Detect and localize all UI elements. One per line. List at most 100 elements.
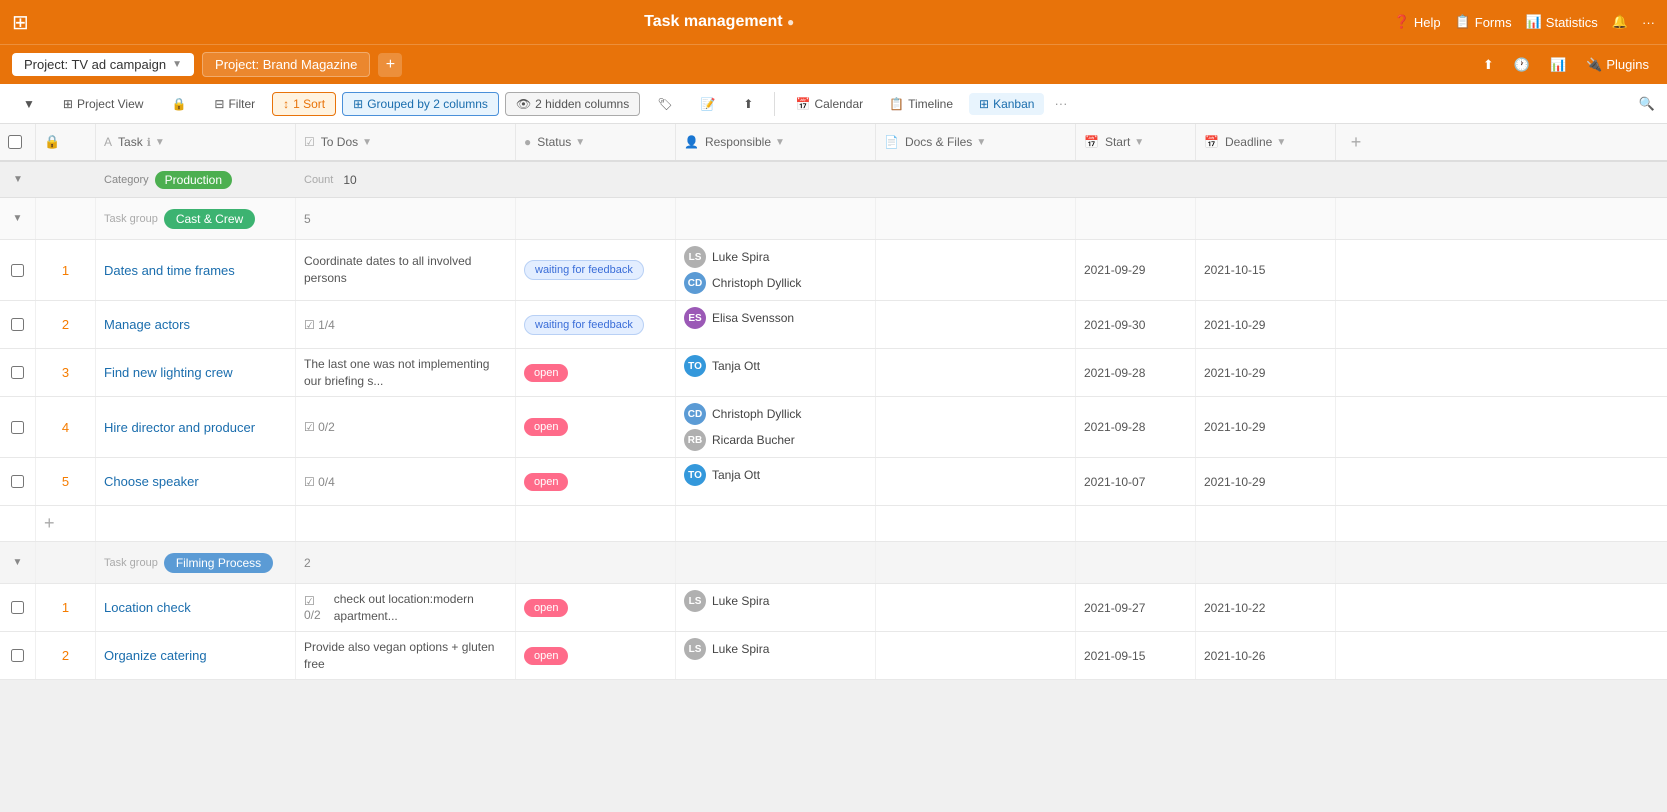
task-sort-arrow[interactable]: ▼ (155, 137, 165, 148)
row-checkbox[interactable] (0, 301, 36, 348)
project-view-btn[interactable]: ⊞ Project View (52, 92, 155, 116)
statistics-btn[interactable]: 📊 Statistics (1526, 14, 1598, 30)
start-cell: 2021-09-30 (1076, 301, 1196, 348)
status-cell[interactable]: open (516, 458, 676, 505)
row-number: 2 (36, 632, 96, 679)
plugins-btn[interactable]: 🔌 Plugins (1580, 55, 1655, 75)
task-name-cell[interactable]: Hire director and producer (96, 397, 296, 457)
status-cell[interactable]: open (516, 632, 676, 679)
task-name-cell[interactable]: Choose speaker (96, 458, 296, 505)
col-checkbox[interactable] (0, 124, 36, 160)
forms-btn[interactable]: 📋 Forms (1455, 14, 1512, 30)
notes-btn[interactable]: 📝 (689, 92, 726, 116)
more-views-btn[interactable]: ··· (1050, 92, 1071, 115)
timeline-btn[interactable]: 📋 Timeline (879, 93, 963, 115)
todo-cell: ☑ 0/2 check out location:modern apartmen… (296, 584, 516, 631)
add-tab-btn[interactable]: + (378, 53, 402, 77)
user-chip: TO Tanja Ott (684, 355, 760, 377)
share-view-btn[interactable]: ⬆ (732, 92, 764, 116)
row-checkbox[interactable] (0, 349, 36, 396)
tab-tv-campaign[interactable]: Project: TV ad campaign ▼ (12, 53, 194, 76)
deadline-sort-arrow[interactable]: ▼ (1276, 137, 1286, 148)
second-nav: Project: TV ad campaign ▼ Project: Brand… (0, 44, 1667, 84)
excel-btn[interactable]: 📊 (1544, 55, 1572, 75)
start-cell: 2021-09-28 (1076, 397, 1196, 457)
share-btn[interactable]: ⬆ (1477, 55, 1500, 75)
group-filming-header: ▼ Task group Filming Process 2 (0, 542, 1667, 584)
status-cell[interactable]: waiting for feedback (516, 301, 676, 348)
select-all-checkbox[interactable] (8, 135, 22, 149)
search-btn[interactable]: 🔍 (1639, 96, 1655, 112)
col-responsible: 👤 Responsible ▼ (676, 124, 876, 160)
group-filming-count: 2 (296, 542, 516, 583)
responsible-cell: LS Luke Spira (676, 584, 876, 631)
status-sort-arrow[interactable]: ▼ (575, 137, 585, 148)
resp-col-icon: 👤 (684, 135, 699, 149)
resp-sort-arrow[interactable]: ▼ (775, 137, 785, 148)
add-task-row-group1: + (0, 506, 1667, 542)
avatar: TO (684, 464, 706, 486)
table-row: 2 Manage actors ☑ 1/4 waiting for feedba… (0, 301, 1667, 349)
tab-dropdown-icon[interactable]: ▼ (172, 59, 182, 70)
help-btn[interactable]: ❓ Help (1394, 14, 1441, 30)
task-name-cell[interactable]: Location check (96, 584, 296, 631)
add-task-btn-group1[interactable]: + (36, 506, 96, 541)
group-cast-chevron[interactable]: ▼ (0, 198, 36, 239)
todos-sort-arrow[interactable]: ▼ (362, 137, 372, 148)
status-cell[interactable]: waiting for feedback (516, 240, 676, 300)
grid-icon[interactable]: ⊞ (12, 10, 29, 35)
view-toggle-btn[interactable]: ▼ (12, 92, 46, 116)
info-icon: ● (787, 15, 794, 29)
status-cell[interactable]: open (516, 397, 676, 457)
deadline-cell: 2021-10-29 (1196, 301, 1336, 348)
kanban-btn[interactable]: ⊞ Kanban (969, 93, 1044, 115)
todo-cell: ☑ 1/4 (296, 301, 516, 348)
sort-btn[interactable]: ↕ 1 Sort (272, 92, 336, 116)
col-deadline: 📅 Deadline ▼ (1196, 124, 1336, 160)
task-name-cell[interactable]: Organize catering (96, 632, 296, 679)
status-cell[interactable]: open (516, 349, 676, 396)
todo-cell: Provide also vegan options + gluten free (296, 632, 516, 679)
row-checkbox[interactable] (0, 240, 36, 300)
group-icon: ⊞ (353, 97, 363, 111)
filter-btn[interactable]: ⊟ Filter (203, 92, 266, 116)
todo-cell: ☑ 0/2 (296, 397, 516, 457)
lock-icon[interactable]: 🔒 (160, 92, 197, 116)
task-name-cell[interactable]: Find new lighting crew (96, 349, 296, 396)
avatar: CD (684, 403, 706, 425)
group-cast-spacer (36, 198, 96, 239)
history-btn[interactable]: 🕐 (1508, 55, 1536, 75)
calendar-btn[interactable]: 📅 Calendar (785, 93, 873, 115)
start-cell: 2021-09-15 (1076, 632, 1196, 679)
responsible-cell: CD Christoph Dyllick RB Ricarda Bucher (676, 397, 876, 457)
more-icon[interactable]: ··· (1642, 15, 1655, 30)
hidden-cols-btn[interactable]: 👁 2 hidden columns (505, 92, 640, 116)
row-checkbox[interactable] (0, 397, 36, 457)
row-checkbox[interactable] (0, 632, 36, 679)
row-checkbox[interactable] (0, 584, 36, 631)
avatar: LS (684, 638, 706, 660)
status-cell[interactable]: open (516, 584, 676, 631)
row-checkbox[interactable] (0, 458, 36, 505)
bell-icon[interactable]: 🔔 (1612, 14, 1628, 30)
start-sort-arrow[interactable]: ▼ (1134, 137, 1144, 148)
task-info-icon[interactable]: ℹ (147, 136, 151, 149)
tab-brand-magazine[interactable]: Project: Brand Magazine (202, 52, 370, 77)
start-cell: 2021-10-07 (1076, 458, 1196, 505)
group-filming-chevron[interactable]: ▼ (0, 542, 36, 583)
task-name-cell[interactable]: Dates and time frames (96, 240, 296, 300)
docs-cell (876, 397, 1076, 457)
top-nav: ⊞ Task management ● ❓ Help 📋 Forms 📊 Sta… (0, 0, 1667, 44)
add-col-btn[interactable]: + (1336, 124, 1376, 160)
category-chevron[interactable]: ▼ (0, 174, 36, 185)
docs-sort-arrow[interactable]: ▼ (976, 137, 986, 148)
todo-cell: Coordinate dates to all involved persons (296, 240, 516, 300)
start-cell: 2021-09-28 (1076, 349, 1196, 396)
group-cast-crew-header: ▼ Task group Cast & Crew 5 (0, 198, 1667, 240)
task-name-cell[interactable]: Manage actors (96, 301, 296, 348)
grouped-btn[interactable]: ⊞ Grouped by 2 columns (342, 92, 499, 116)
label-btn[interactable]: 🏷 (646, 92, 683, 116)
kanban-icon: ⊞ (979, 97, 989, 111)
responsible-cell: LS Luke Spira (676, 632, 876, 679)
user-chip: ES Elisa Svensson (684, 307, 794, 329)
